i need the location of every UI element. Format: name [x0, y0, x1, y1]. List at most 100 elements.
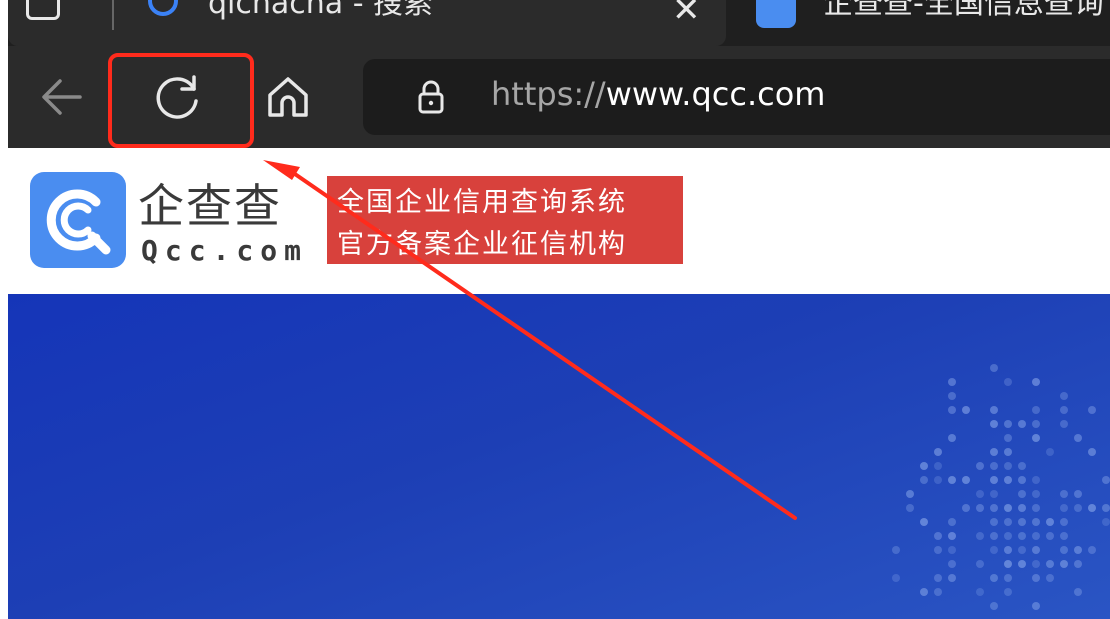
- map-dot: [1060, 392, 1068, 400]
- site-header: 企查查 Qcc.com 全国企业信用查询系统 官方备案企业征信机构: [8, 148, 1110, 294]
- map-dot: [1004, 532, 1012, 540]
- tab-separator: [112, 0, 114, 30]
- map-dot: [1032, 406, 1040, 414]
- map-dot: [1032, 378, 1040, 386]
- map-dot: [934, 532, 942, 540]
- map-dot: [948, 406, 956, 414]
- map-dot: [934, 476, 942, 484]
- back-button[interactable]: [32, 67, 92, 127]
- map-dot: [1032, 476, 1040, 484]
- logo-chinese-text[interactable]: 企查查: [138, 170, 282, 236]
- map-dot: [1074, 490, 1082, 498]
- active-tab[interactable]: qichacha - 搜索 ✕: [8, 0, 726, 46]
- home-icon: [268, 77, 308, 117]
- map-dot: [1032, 434, 1040, 442]
- map-dot: [990, 546, 998, 554]
- map-dot: [892, 574, 900, 582]
- map-dot: [934, 574, 942, 582]
- map-dot: [934, 546, 942, 554]
- refresh-highlight-box: [108, 53, 254, 148]
- map-dot: [990, 406, 998, 414]
- map-dot: [1004, 504, 1012, 512]
- map-dot: [1046, 574, 1054, 582]
- map-dot: [1074, 560, 1082, 568]
- tab-strip: qichacha - 搜索 ✕ 企查查-全国信息查询: [8, 0, 1110, 46]
- second-tab-title[interactable]: 企查查-全国信息查询: [823, 0, 1104, 22]
- map-dot: [990, 532, 998, 540]
- credential-badge: 全国企业信用查询系统 官方备案企业征信机构: [327, 176, 683, 264]
- map-dot: [1046, 448, 1054, 456]
- map-dot: [948, 378, 956, 386]
- map-dot: [976, 560, 984, 568]
- map-dot: [990, 602, 998, 610]
- map-dot: [990, 574, 998, 582]
- map-dot: [1004, 448, 1012, 456]
- map-dot: [1046, 532, 1054, 540]
- map-dot: [990, 462, 998, 470]
- map-dot: [1074, 588, 1082, 596]
- logo-english-text[interactable]: Qcc.com: [141, 234, 308, 267]
- map-dot: [962, 406, 970, 414]
- map-dot: [976, 532, 984, 540]
- map-dot: [1074, 504, 1082, 512]
- map-dot: [920, 588, 928, 596]
- map-dot: [948, 560, 956, 568]
- map-dot: [990, 364, 998, 372]
- map-dot: [1088, 406, 1096, 414]
- map-dot: [1032, 504, 1040, 512]
- map-dot: [948, 476, 956, 484]
- map-dot: [1046, 560, 1054, 568]
- search-icon: [148, 0, 178, 16]
- map-dot: [1060, 504, 1068, 512]
- back-arrow-icon: [42, 79, 82, 115]
- map-dot: [1004, 588, 1012, 596]
- url-text: https://www.qcc.com: [491, 75, 825, 113]
- map-dot: [1060, 420, 1068, 428]
- map-dot: [990, 504, 998, 512]
- lock-icon[interactable]: [413, 79, 449, 115]
- map-dot: [1102, 518, 1110, 526]
- map-dot: [892, 546, 900, 554]
- map-dot: [1060, 560, 1068, 568]
- map-dot: [1032, 532, 1040, 540]
- home-button[interactable]: [258, 67, 318, 127]
- map-dot: [1060, 406, 1068, 414]
- map-dot: [1004, 518, 1012, 526]
- map-dot: [948, 532, 956, 540]
- map-dot: [976, 504, 984, 512]
- map-dot: [934, 462, 942, 470]
- map-dot: [1032, 546, 1040, 554]
- badge-line-2: 官方备案企业征信机构: [337, 229, 627, 260]
- tab-actions-icon[interactable]: [26, 0, 60, 20]
- map-dot: [1060, 546, 1068, 554]
- badge-line-1: 全国企业信用查询系统: [337, 187, 627, 218]
- map-dot: [1046, 518, 1054, 526]
- map-dot: [1018, 560, 1026, 568]
- map-dot: [1032, 420, 1040, 428]
- map-dot: [920, 476, 928, 484]
- map-dot: [990, 420, 998, 428]
- map-dot: [1102, 504, 1110, 512]
- qcc-logo-icon[interactable]: [30, 172, 126, 268]
- map-dot: [1018, 504, 1026, 512]
- map-dot: [976, 588, 984, 596]
- map-dot: [962, 476, 970, 484]
- map-dot: [990, 490, 998, 498]
- map-dot: [948, 434, 956, 442]
- map-dot: [1004, 420, 1012, 428]
- map-dot: [976, 462, 984, 470]
- map-dot: [962, 504, 970, 512]
- map-dot: [990, 476, 998, 484]
- map-dot: [1018, 476, 1026, 484]
- map-dot: [948, 518, 956, 526]
- map-dot: [1018, 518, 1026, 526]
- map-dot: [1018, 532, 1026, 540]
- address-bar[interactable]: https://www.qcc.com: [363, 59, 1110, 135]
- map-dot: [976, 490, 984, 498]
- close-tab-icon[interactable]: ✕: [672, 0, 701, 30]
- map-dot: [1004, 560, 1012, 568]
- map-dot: [1018, 420, 1026, 428]
- map-dot: [948, 574, 956, 582]
- map-dot: [1004, 462, 1012, 470]
- qcc-favicon-icon: [756, 0, 796, 28]
